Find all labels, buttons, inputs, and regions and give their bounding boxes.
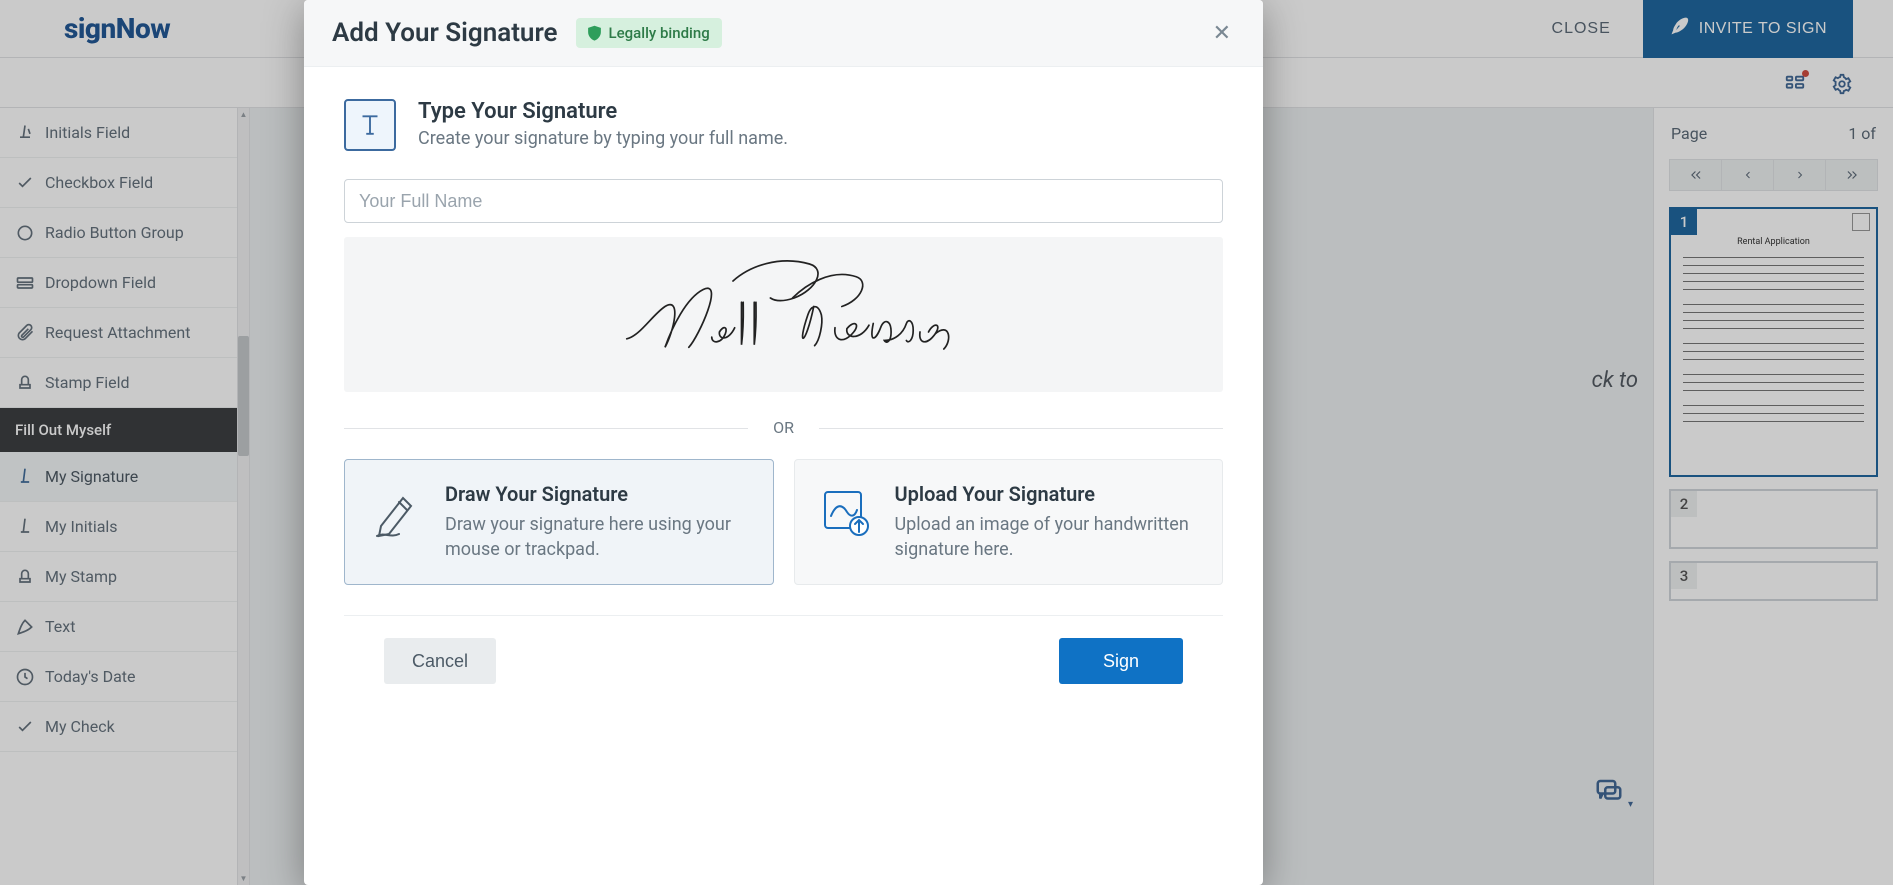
legal-badge-label: Legally binding [609,24,710,42]
upload-signature-title: Upload Your Signature [895,482,1199,506]
close-icon: ✕ [1213,20,1231,45]
legally-binding-badge: Legally binding [576,18,722,48]
draw-signature-card[interactable]: Draw Your Signature Draw your signature … [344,459,774,585]
add-signature-modal: Add Your Signature Legally binding ✕ Typ… [304,0,1263,885]
type-text-icon [344,99,396,151]
modal-header: Add Your Signature Legally binding ✕ [304,0,1263,67]
type-signature-subtitle: Create your signature by typing your ful… [418,128,788,149]
cancel-button[interactable]: Cancel [384,638,496,684]
signature-preview [344,237,1223,392]
sign-button[interactable]: Sign [1059,638,1183,684]
modal-footer: Cancel Sign [344,615,1223,706]
draw-signature-subtitle: Draw your signature here using your mous… [445,512,749,562]
upload-signature-card[interactable]: Upload Your Signature Upload an image of… [794,459,1224,585]
type-signature-section: Type Your Signature Create your signatur… [344,77,1223,151]
or-label: OR [773,418,794,437]
type-signature-title: Type Your Signature [418,99,788,124]
pencil-draw-icon [369,482,421,542]
or-divider: OR [344,418,1223,437]
full-name-input[interactable] [344,179,1223,223]
modal-title: Add Your Signature [332,18,558,48]
upload-signature-icon [819,482,871,542]
draw-signature-title: Draw Your Signature [445,482,749,506]
modal-close-button[interactable]: ✕ [1209,18,1235,48]
upload-signature-subtitle: Upload an image of your handwritten sign… [895,512,1199,562]
